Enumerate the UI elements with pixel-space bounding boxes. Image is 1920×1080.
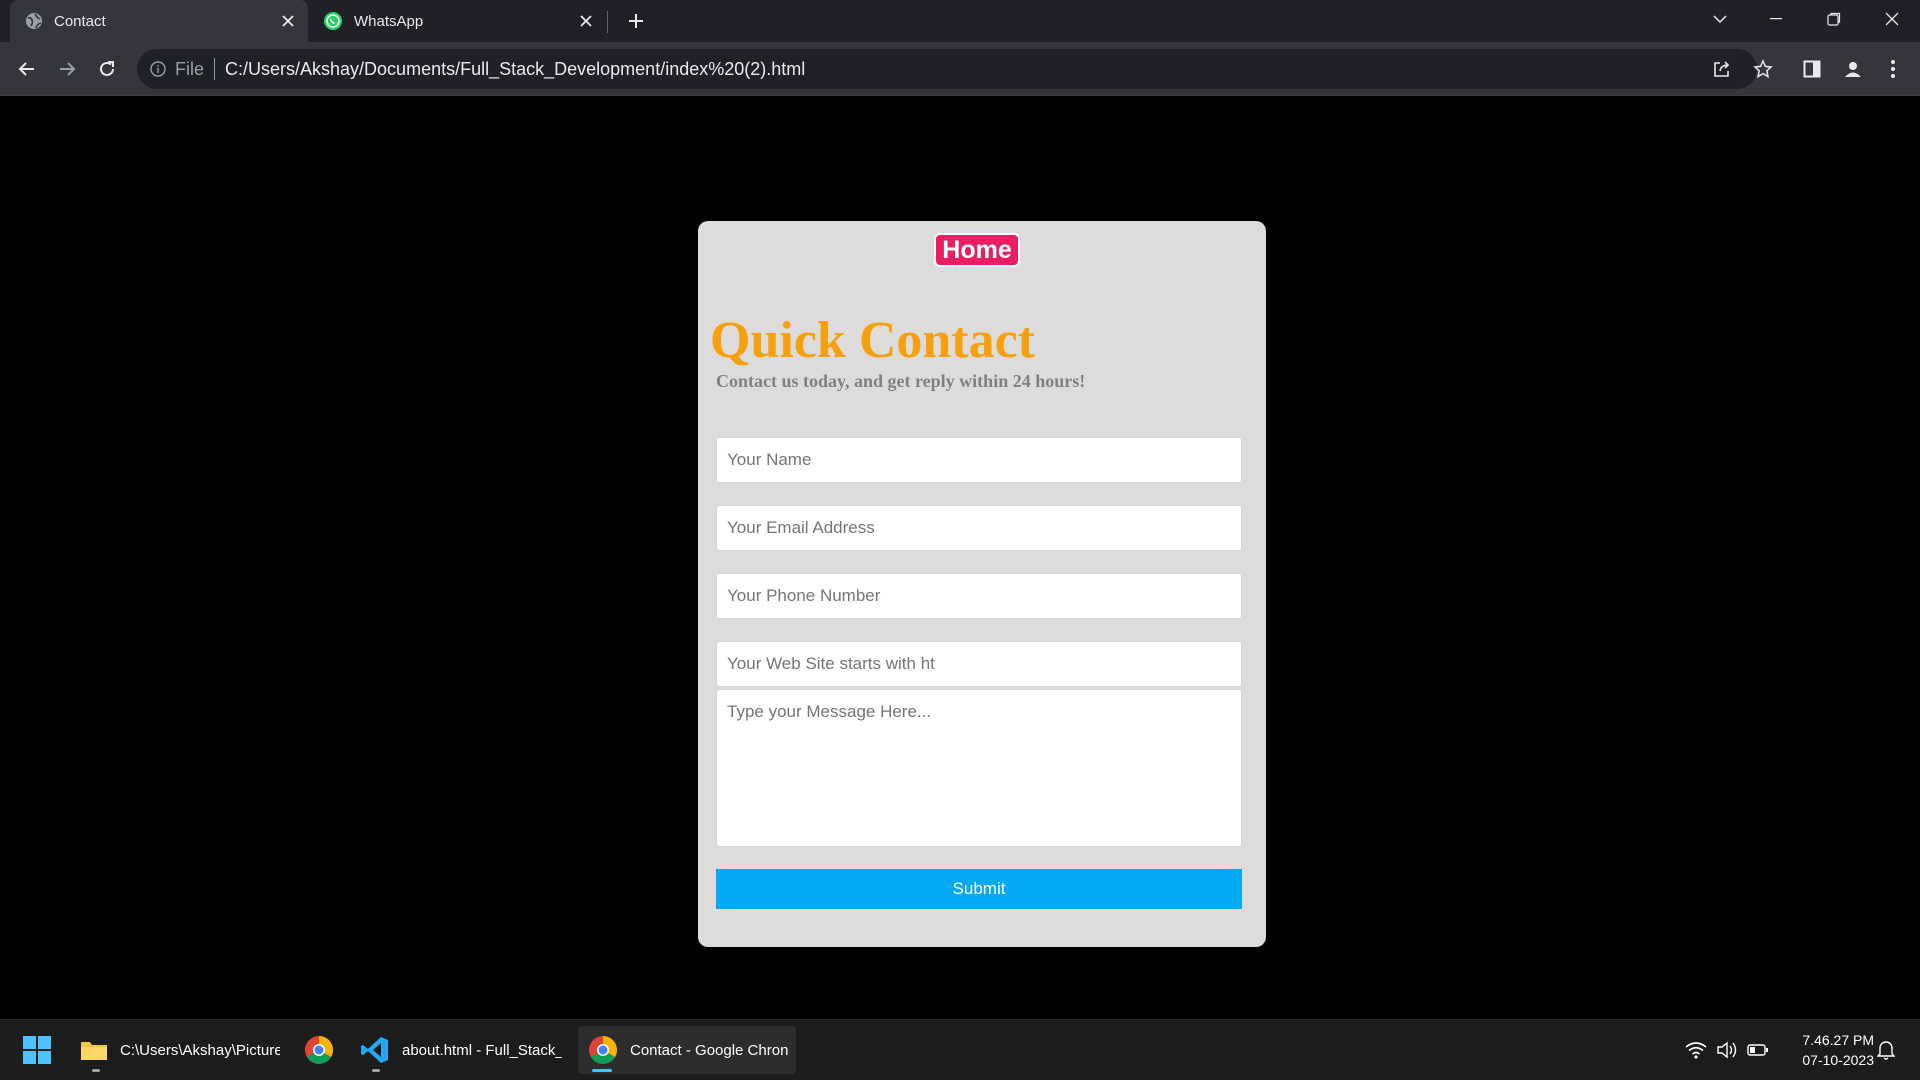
new-tab-icon[interactable] <box>624 9 648 33</box>
taskbar-item-label: C:\Users\Akshay\Picture <box>120 1041 280 1059</box>
menu-dots-icon[interactable] <box>1878 54 1908 84</box>
side-panel-icon[interactable] <box>1797 54 1827 84</box>
phone-input[interactable] <box>716 573 1242 619</box>
reload-icon[interactable] <box>92 54 122 84</box>
vscode-icon <box>360 1035 390 1065</box>
close-tab-icon[interactable] <box>278 11 298 31</box>
whatsapp-icon <box>323 11 343 31</box>
volume-icon[interactable] <box>1715 1038 1739 1062</box>
close-window-icon[interactable] <box>1864 0 1920 38</box>
name-input[interactable] <box>716 437 1242 483</box>
forward-icon[interactable] <box>52 54 82 84</box>
restore-icon[interactable] <box>1806 0 1862 38</box>
minimize-icon[interactable] <box>1748 0 1804 38</box>
url-text[interactable]: C:/Users/Akshay/Documents/Full_Stack_Dev… <box>225 59 805 80</box>
tab-title: WhatsApp <box>354 12 424 30</box>
contact-card: Home Quick Contact Contact us today, and… <box>698 221 1266 947</box>
tab-title: Contact <box>54 12 106 30</box>
taskbar-item-explorer[interactable]: C:\Users\Akshay\Picture <box>80 1026 284 1074</box>
website-input[interactable] <box>716 641 1242 687</box>
browser-tab-bar: Contact WhatsApp <box>0 0 1920 42</box>
taskbar-item-label: Contact - Google Chron <box>630 1041 789 1059</box>
folder-icon <box>80 1038 108 1062</box>
clock-time: 7.46.27 PM <box>1802 1032 1874 1048</box>
system-clock[interactable]: 7.46.27 PM 07-10-2023 <box>1784 1030 1874 1070</box>
taskbar-item-vscode[interactable]: about.html - Full_Stack_ <box>360 1026 566 1074</box>
chrome-icon <box>304 1035 334 1065</box>
page-viewport: Home Quick Contact Contact us today, and… <box>0 97 1920 1019</box>
taskbar: C:\Users\Akshay\Picture about.html - Ful… <box>0 1019 1920 1080</box>
running-indicator <box>372 1069 380 1072</box>
taskbar-item-label: about.html - Full_Stack_ <box>402 1041 562 1059</box>
start-button[interactable] <box>22 1026 58 1074</box>
tab-divider <box>607 11 608 33</box>
taskbar-item-chrome-contact[interactable]: Contact - Google Chron <box>578 1026 796 1074</box>
info-icon[interactable] <box>149 60 167 78</box>
submit-button[interactable]: Submit <box>716 869 1242 909</box>
chrome-icon <box>588 1035 618 1065</box>
wifi-icon[interactable] <box>1684 1038 1708 1062</box>
scheme-label: File <box>175 58 205 79</box>
bookmark-star-icon[interactable] <box>1748 54 1778 84</box>
taskbar-item-chrome[interactable] <box>304 1026 340 1074</box>
tab-contact[interactable]: Contact <box>10 0 308 42</box>
share-icon[interactable] <box>1711 58 1733 80</box>
address-divider <box>214 58 216 80</box>
tab-search-icon[interactable] <box>1692 0 1748 38</box>
active-indicator <box>592 1069 612 1072</box>
close-tab-icon[interactable] <box>576 11 596 31</box>
browser-toolbar: File C:/Users/Akshay/Documents/Full_Stac… <box>0 42 1920 96</box>
address-bar[interactable]: File C:/Users/Akshay/Documents/Full_Stac… <box>137 49 1757 89</box>
page-subtitle: Contact us today, and get reply within 2… <box>716 371 1086 391</box>
battery-icon[interactable] <box>1746 1038 1770 1062</box>
running-indicator <box>92 1069 100 1072</box>
globe-icon <box>25 12 43 30</box>
windows-logo-icon <box>22 1035 52 1065</box>
message-textarea[interactable] <box>716 689 1242 847</box>
back-icon[interactable] <box>12 54 42 84</box>
email-input[interactable] <box>716 505 1242 551</box>
profile-icon[interactable] <box>1838 54 1868 84</box>
page-title: Quick Contact <box>710 312 1035 369</box>
home-button[interactable]: Home <box>934 233 1020 267</box>
tab-whatsapp[interactable]: WhatsApp <box>310 0 606 42</box>
clock-date: 07-10-2023 <box>1802 1052 1874 1068</box>
notification-bell-icon[interactable] <box>1874 1038 1898 1062</box>
